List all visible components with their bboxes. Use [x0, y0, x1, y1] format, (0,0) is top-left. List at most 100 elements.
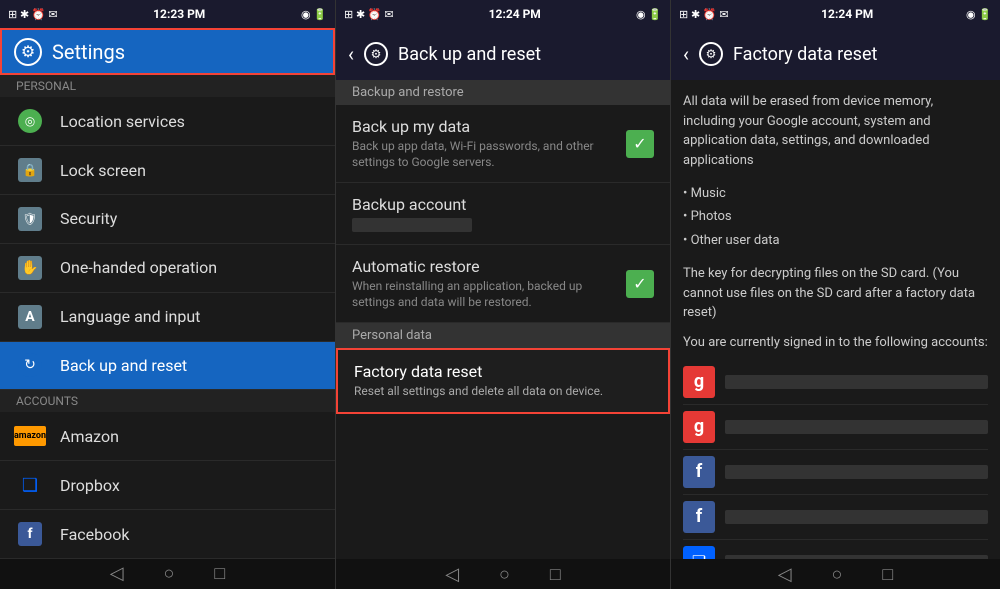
status-bar-2: ⊞ ✱ ⏰ ✉ 12:24 PM ◉ 🔋: [336, 0, 670, 28]
factory-reset-panel: ⊞ ✱ ⏰ ✉ 12:24 PM ◉ 🔋 ‹ ⚙ Factory data re…: [670, 0, 1000, 589]
factory-reset-title: Factory data reset: [354, 362, 652, 381]
list-item-userdata: • Other user data: [683, 229, 988, 252]
status-icons-right: ◉ 🔋: [301, 8, 327, 21]
sidebar-item-label-onehanded: One-handed operation: [60, 258, 217, 277]
account-row-dropbox: ❑: [683, 540, 988, 559]
recent-nav-btn[interactable]: □: [214, 563, 225, 584]
sidebar-item-label-backup: Back up and reset: [60, 356, 187, 375]
settings-header: ⚙ Settings: [0, 28, 335, 75]
backup-my-data-desc: Back up app data, Wi-Fi passwords, and o…: [352, 139, 626, 170]
backup-my-data-row[interactable]: Back up my data Back up app data, Wi-Fi …: [336, 105, 670, 183]
lock-icon: 🔒: [16, 156, 44, 184]
sidebar-item-label-language: Language and input: [60, 307, 200, 326]
back-arrow-3[interactable]: ‹: [683, 42, 689, 66]
sidebar-item-lockscreen[interactable]: 🔒 Lock screen: [0, 146, 335, 195]
list-item-photos: • Photos: [683, 205, 988, 228]
gear-icon-3: ⚙: [699, 42, 723, 66]
sidebar-item-amazon[interactable]: amazon Amazon: [0, 412, 335, 461]
backup-content: Backup and restore Back up my data Back …: [336, 80, 670, 559]
facebook-icon-1: f: [683, 456, 715, 488]
reset-list: • Music • Photos • Other user data: [683, 182, 988, 252]
backup-restore-section: Backup and restore: [336, 80, 670, 105]
sidebar-item-security[interactable]: 🛡 Security: [0, 195, 335, 244]
back-nav-btn-2[interactable]: ◁: [445, 564, 459, 585]
personal-data-section: Personal data: [336, 323, 670, 348]
status-icons-left-2: ⊞ ✱ ⏰ ✉: [344, 8, 394, 21]
backup-header: ‹ ⚙ Back up and reset: [336, 28, 670, 80]
sidebar-item-label-amazon: Amazon: [60, 427, 119, 446]
sidebar-item-language[interactable]: A Language and input: [0, 293, 335, 342]
onehanded-icon: ✋: [16, 254, 44, 282]
settings-panel: ⊞ ✱ ⏰ ✉ 12:23 PM ◉ 🔋 ⚙ Settings Personal…: [0, 0, 335, 589]
factory-reset-desc: Reset all settings and delete all data o…: [354, 384, 652, 400]
recent-nav-btn-2[interactable]: □: [550, 564, 561, 585]
backup-my-data-checkbox[interactable]: ✓: [626, 130, 654, 158]
gear-icon: ⚙: [14, 38, 42, 66]
account-row-google-1: g: [683, 360, 988, 405]
gear-icon-2: ⚙: [364, 42, 388, 66]
dropbox-icon-account: ❑: [683, 546, 715, 559]
google-icon-2: g: [683, 411, 715, 443]
recent-nav-btn-3[interactable]: □: [882, 564, 893, 585]
facebook-icon: f: [16, 520, 44, 548]
account-row-google-2: g: [683, 405, 988, 450]
sidebar-item-dropbox[interactable]: ❑ Dropbox: [0, 461, 335, 510]
home-nav-btn-2[interactable]: ○: [499, 564, 510, 585]
auto-restore-row[interactable]: Automatic restore When reinstalling an a…: [336, 245, 670, 323]
home-nav-btn[interactable]: ○: [164, 563, 175, 584]
status-icons-left-3: ⊞ ✱ ⏰ ✉: [679, 8, 729, 21]
backup-reset-panel: ⊞ ✱ ⏰ ✉ 12:24 PM ◉ 🔋 ‹ ⚙ Back up and res…: [335, 0, 670, 589]
account-row-facebook-1: f: [683, 450, 988, 495]
backup-account-row[interactable]: Backup account: [336, 183, 670, 245]
bottom-nav-3: ◁ ○ □: [671, 559, 1000, 589]
backup-title: Back up and reset: [398, 44, 541, 65]
factory-reset-title-header: Factory data reset: [733, 44, 877, 65]
sidebar-item-label-security: Security: [60, 209, 117, 228]
google-icon-1: g: [683, 366, 715, 398]
sidebar-item-label-facebook: Facebook: [60, 525, 129, 544]
status-icons-right-3: ◉ 🔋: [966, 8, 992, 21]
location-icon: ◎: [16, 107, 44, 135]
time-3: 12:24 PM: [821, 7, 873, 21]
language-icon: A: [16, 303, 44, 331]
facebook-account-2: [725, 510, 988, 524]
bottom-nav-2: ◁ ○ □: [336, 559, 670, 589]
sidebar-item-location[interactable]: ◎ Location services: [0, 97, 335, 146]
reset-key-warning: The key for decrypting files on the SD c…: [683, 264, 988, 323]
sidebar-item-label-location: Location services: [60, 112, 185, 131]
back-nav-btn-3[interactable]: ◁: [778, 564, 792, 585]
bottom-nav-1: ◁ ○ □: [0, 559, 335, 589]
home-nav-btn-3[interactable]: ○: [832, 564, 843, 585]
auto-restore-checkbox[interactable]: ✓: [626, 270, 654, 298]
signed-in-label: You are currently signed in to the follo…: [683, 335, 988, 350]
backup-account-title: Backup account: [352, 195, 654, 214]
sidebar-item-backup[interactable]: ↻ Back up and reset: [0, 342, 335, 391]
status-icons-left: ⊞ ✱ ⏰ ✉: [8, 8, 58, 21]
google-account-2: [725, 420, 988, 434]
google-account-1: [725, 375, 988, 389]
sidebar-item-onehanded[interactable]: ✋ One-handed operation: [0, 244, 335, 293]
back-arrow-2[interactable]: ‹: [348, 42, 354, 66]
time-2: 12:24 PM: [489, 7, 541, 21]
sidebar-item-label-dropbox: Dropbox: [60, 476, 120, 495]
status-icons-right-2: ◉ 🔋: [636, 8, 662, 21]
settings-title: Settings: [52, 40, 125, 64]
backup-my-data-title: Back up my data: [352, 117, 626, 136]
factory-reset-header: ‹ ⚙ Factory data reset: [671, 28, 1000, 80]
reset-warning-text: All data will be erased from device memo…: [683, 92, 988, 170]
sidebar-item-label-lockscreen: Lock screen: [60, 161, 146, 180]
sidebar-item-facebook[interactable]: f Facebook: [0, 510, 335, 559]
account-row-facebook-2: f: [683, 495, 988, 540]
status-bar-3: ⊞ ✱ ⏰ ✉ 12:24 PM ◉ 🔋: [671, 0, 1000, 28]
factory-reset-row[interactable]: Factory data reset Reset all settings an…: [336, 348, 670, 414]
time-1: 12:23 PM: [153, 7, 205, 21]
accounts-section-label: Accounts: [0, 390, 335, 412]
dropbox-icon: ❑: [16, 471, 44, 499]
facebook-icon-2: f: [683, 501, 715, 533]
facebook-account-1: [725, 465, 988, 479]
personal-section-label: Personal: [0, 75, 335, 97]
auto-restore-desc: When reinstalling an application, backed…: [352, 279, 626, 310]
amazon-icon: amazon: [16, 422, 44, 450]
security-icon: 🛡: [16, 205, 44, 233]
back-nav-btn[interactable]: ◁: [110, 563, 124, 584]
